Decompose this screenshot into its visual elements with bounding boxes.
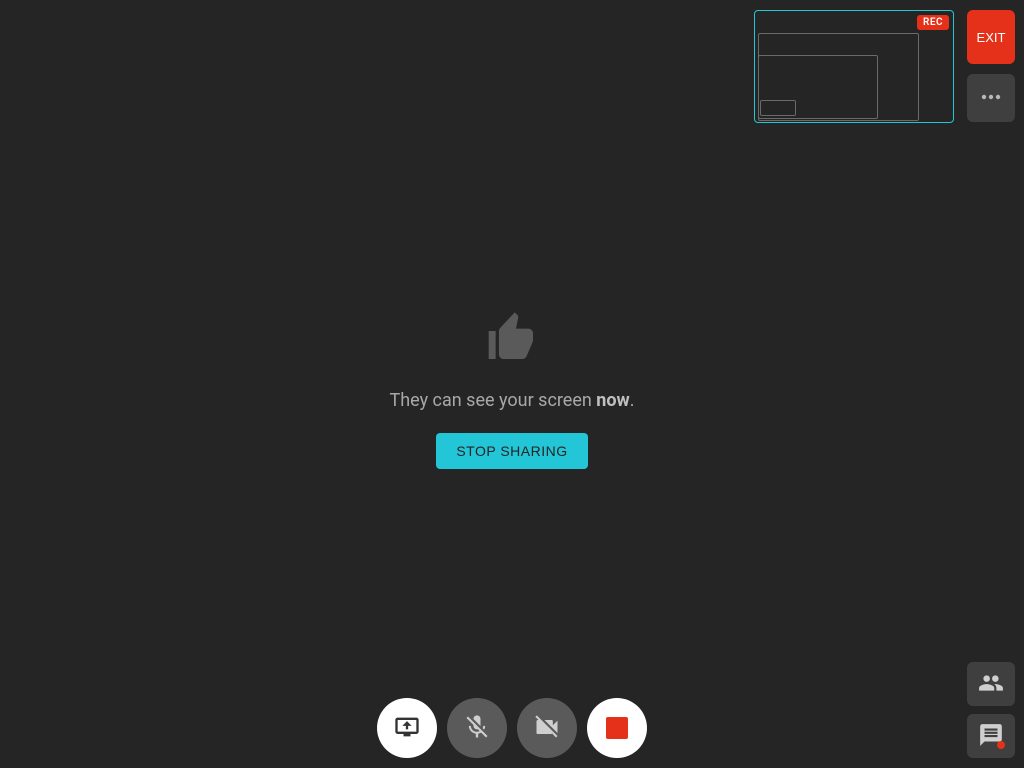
- participants-button[interactable]: [967, 662, 1015, 706]
- screen-preview-thumbnail[interactable]: REC: [754, 10, 954, 123]
- thumbs-up-icon: [482, 310, 542, 370]
- message-prefix: They can see your screen: [389, 390, 596, 411]
- sharing-status-panel: They can see your screen now. STOP SHARI…: [0, 310, 1024, 469]
- more-options-button[interactable]: [967, 74, 1015, 122]
- screen-share-icon: [393, 713, 421, 744]
- recording-badge: REC: [917, 15, 949, 30]
- message-suffix: .: [630, 390, 635, 411]
- exit-button-label: EXIT: [977, 30, 1006, 45]
- call-controls-bar: [377, 698, 647, 758]
- chat-notification-dot: [997, 741, 1005, 749]
- toggle-mic-button[interactable]: [447, 698, 507, 758]
- preview-window-outline-small: [760, 100, 796, 116]
- chat-button[interactable]: [967, 714, 1015, 758]
- more-icon: [979, 85, 1003, 112]
- message-emphasis: now: [596, 390, 629, 411]
- stop-sharing-button[interactable]: STOP SHARING: [436, 433, 587, 469]
- stop-record-icon: [606, 717, 628, 739]
- mic-off-icon: [463, 713, 491, 744]
- toggle-camera-button[interactable]: [517, 698, 577, 758]
- top-right-controls: EXIT: [967, 10, 1015, 132]
- sharing-status-message: They can see your screen now.: [389, 390, 634, 411]
- stop-record-button[interactable]: [587, 698, 647, 758]
- share-screen-button[interactable]: [377, 698, 437, 758]
- exit-button[interactable]: EXIT: [967, 10, 1015, 64]
- participants-icon: [978, 670, 1004, 699]
- camera-off-icon: [533, 713, 561, 744]
- bottom-right-controls: [967, 654, 1015, 758]
- stop-sharing-label: STOP SHARING: [456, 443, 567, 459]
